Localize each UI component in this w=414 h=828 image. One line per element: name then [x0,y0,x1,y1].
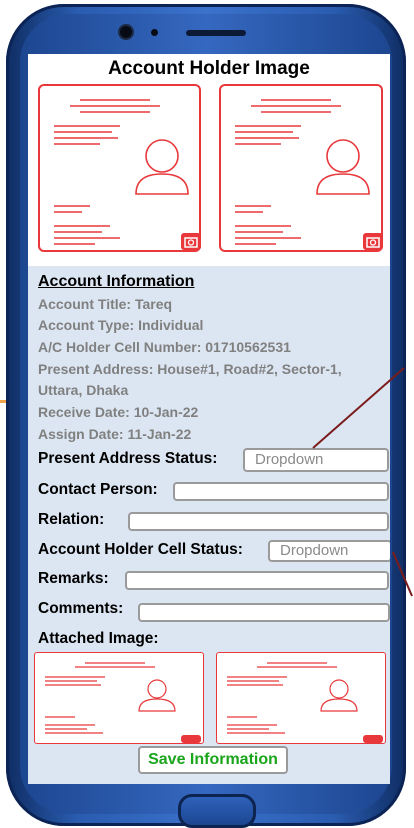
account-holder-image-section: Account Holder Image [28,54,390,266]
camera-icon[interactable] [181,735,201,743]
front-camera-icon [120,26,132,38]
holder-cell-status-label: Account Holder Cell Status: [38,541,243,558]
account-type-text: Account Type: Individual [38,317,204,333]
present-address-status-dropdown[interactable]: Dropdown [243,448,389,472]
holder-cell-number-text: A/C Holder Cell Number: 01710562531 [38,339,291,355]
present-address-text-cont: Uttara, Dhaka [38,382,129,398]
attached-image-1[interactable] [34,652,204,744]
speaker-grille [186,30,246,36]
attached-image-2[interactable] [216,652,386,744]
home-button[interactable] [178,794,256,828]
id-card-image-back[interactable] [219,84,383,252]
attached-image-label: Attached Image: [38,630,159,647]
id-card-icon [227,662,358,734]
id-card-icon [54,99,189,245]
app-screen: Account Holder Image Account Information… [28,54,390,784]
section-title: Account Holder Image [108,58,310,79]
camera-icon[interactable] [363,735,383,743]
id-card-icon [45,662,176,734]
camera-icon[interactable] [363,233,383,250]
receive-date-text: Receive Date: 10-Jan-22 [38,404,199,420]
comments-input[interactable] [138,603,390,622]
save-information-button[interactable]: Save Information [138,746,288,774]
remarks-label: Remarks: [38,570,109,587]
relation-input[interactable] [128,512,389,531]
relation-label: Relation: [38,511,105,528]
present-address-text: Present Address: House#1, Road#2, Sector… [38,361,342,377]
account-information-heading: Account Information [38,273,195,290]
id-card-icon [235,99,370,245]
assign-date-text: Assign Date: 11-Jan-22 [38,426,192,442]
present-address-status-label: Present Address Status: [38,450,218,467]
sensor-icon [151,29,158,36]
account-title-text: Account Title: Tareq [38,296,173,312]
camera-icon[interactable] [181,233,201,250]
holder-cell-status-dropdown[interactable]: Dropdown [268,540,390,562]
comments-label: Comments: [38,600,124,617]
contact-person-label: Contact Person: [38,481,158,498]
contact-person-input[interactable] [173,482,389,501]
remarks-input[interactable] [125,571,389,590]
id-card-image-front[interactable] [38,84,201,252]
